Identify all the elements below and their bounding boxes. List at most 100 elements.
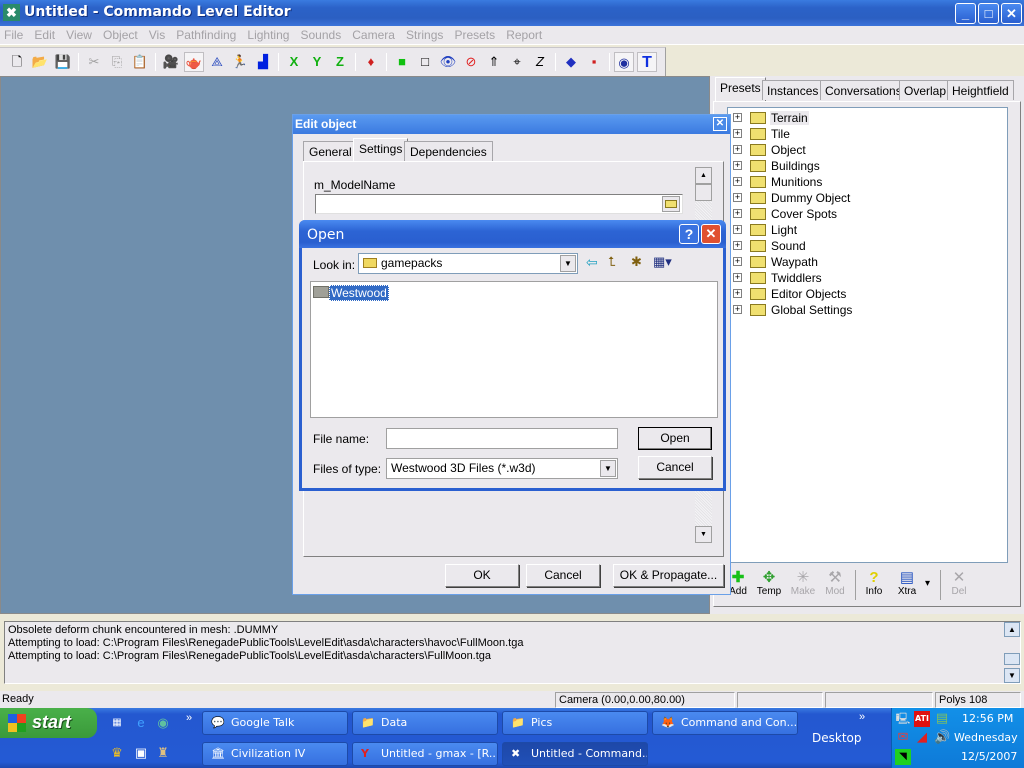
dropdown-arrow-icon[interactable]: ▼: [560, 255, 576, 272]
menu-vis[interactable]: Vis: [145, 26, 169, 44]
camera-tripod-icon[interactable]: ⌖: [507, 52, 527, 72]
dropdown-arrow-icon[interactable]: ▼: [600, 460, 616, 477]
wire-cube-icon[interactable]: □: [415, 52, 435, 72]
del-button[interactable]: ✕ Del: [943, 570, 975, 598]
menu-file[interactable]: File: [0, 26, 27, 44]
info-button[interactable]: ? Info: [858, 570, 890, 598]
save-icon[interactable]: 💾: [53, 52, 73, 72]
z-shape-icon[interactable]: Z: [530, 52, 550, 72]
log-scrollbar[interactable]: ▲ ▼: [1004, 622, 1020, 683]
eye-layers-icon[interactable]: ⇑: [484, 52, 504, 72]
help-icon[interactable]: ?: [679, 224, 699, 244]
expand-icon[interactable]: +: [733, 273, 742, 282]
menu-object[interactable]: Object: [99, 26, 142, 44]
new-folder-icon[interactable]: ✱: [631, 254, 642, 270]
task-pics[interactable]: 📁 Pics: [502, 711, 648, 735]
browse-button[interactable]: [662, 196, 680, 212]
minimize-button[interactable]: _: [955, 3, 976, 24]
chevron-icon[interactable]: »: [181, 710, 197, 726]
tab-instances[interactable]: Instances: [762, 80, 824, 100]
expand-icon[interactable]: +: [733, 225, 742, 234]
expand-icon[interactable]: +: [733, 177, 742, 186]
no-view-icon[interactable]: ⊘: [461, 52, 481, 72]
app-icon[interactable]: ▣: [133, 745, 149, 761]
camera-mode-icon[interactable]: 🎥: [161, 52, 181, 72]
output-log[interactable]: Obsolete deform chunk encountered in mes…: [4, 621, 1021, 684]
open-folder-icon[interactable]: 📂: [30, 52, 50, 72]
scroll-down-button[interactable]: ▼: [695, 526, 712, 543]
task-firefox[interactable]: 🦊 Command and Con...: [652, 711, 798, 735]
menu-pathfinding[interactable]: Pathfinding: [172, 26, 240, 44]
xtra-button[interactable]: ▤ Xtra: [891, 570, 923, 598]
scroll-up-button[interactable]: ▲: [695, 167, 712, 184]
ati-icon[interactable]: ATI: [914, 711, 930, 727]
walk-mode-icon[interactable]: 🏃: [230, 52, 250, 72]
task-commando-level-editor[interactable]: ✖ Untitled - Command...: [502, 742, 648, 766]
menu-report[interactable]: Report: [502, 26, 546, 44]
menu-lighting[interactable]: Lighting: [243, 26, 293, 44]
clock-date[interactable]: 12/5/2007: [961, 750, 1017, 763]
menu-camera[interactable]: Camera: [348, 26, 399, 44]
menu-view[interactable]: View: [62, 26, 96, 44]
expand-icon[interactable]: +: [733, 161, 742, 170]
copy-icon[interactable]: ⎘: [107, 52, 127, 72]
open-button[interactable]: Open: [638, 427, 712, 450]
expand-icon[interactable]: +: [733, 145, 742, 154]
start-button[interactable]: start: [0, 708, 97, 738]
look-in-combo[interactable]: gamepacks ▼: [358, 253, 578, 274]
text-icon[interactable]: T: [637, 52, 657, 72]
menu-presets[interactable]: Presets: [450, 26, 499, 44]
x-axis-icon[interactable]: X: [284, 52, 304, 72]
internet-explorer-icon[interactable]: e: [133, 715, 149, 731]
expand-icon[interactable]: +: [733, 113, 742, 122]
expand-icon[interactable]: +: [733, 129, 742, 138]
menu-strings[interactable]: Strings: [402, 26, 447, 44]
chevron-icon[interactable]: »: [859, 711, 865, 723]
axis-gizmo-icon[interactable]: ⟁: [207, 52, 227, 72]
scroll-down-button[interactable]: ▼: [1004, 668, 1020, 683]
tray-app-icon[interactable]: ◢: [914, 730, 930, 746]
task-civilization[interactable]: 🏛 Civilization IV: [202, 742, 348, 766]
expand-icon[interactable]: +: [733, 289, 742, 298]
task-gmax[interactable]: Y Untitled - gmax - [R...: [352, 742, 498, 766]
xtra-dropdown-icon[interactable]: ▾: [925, 578, 930, 589]
ok-propagate-button[interactable]: OK & Propagate...: [613, 564, 724, 587]
expand-icon[interactable]: +: [733, 257, 742, 266]
cut-icon[interactable]: ✂: [84, 52, 104, 72]
make-button[interactable]: ✳ Make: [787, 570, 819, 598]
new-file-icon[interactable]: 🗋: [7, 52, 27, 72]
tab-dependencies[interactable]: Dependencies: [404, 141, 493, 161]
clock-day[interactable]: Wednesday: [954, 731, 1018, 744]
visibility-eye-icon[interactable]: ◉: [614, 52, 634, 72]
expand-icon[interactable]: +: [733, 209, 742, 218]
back-icon[interactable]: ⇦: [586, 254, 598, 271]
tab-presets[interactable]: Presets: [715, 77, 766, 101]
scroll-up-button[interactable]: ▲: [1004, 622, 1020, 637]
close-button[interactable]: ✕: [1001, 3, 1022, 24]
desktop-toolbar[interactable]: Desktop: [812, 731, 862, 745]
close-icon[interactable]: ✕: [701, 224, 721, 244]
expand-icon[interactable]: +: [733, 305, 742, 314]
app-icon[interactable]: ◉: [155, 715, 171, 731]
tab-conversations[interactable]: Conversations: [820, 80, 907, 100]
volume-icon[interactable]: 🔊: [934, 730, 950, 746]
z-axis-icon[interactable]: Z: [330, 52, 350, 72]
object-mode-icon[interactable]: 🫖: [184, 52, 204, 72]
clock-time[interactable]: 12:56 PM: [962, 712, 1013, 725]
y-axis-icon[interactable]: Y: [307, 52, 327, 72]
paste-icon[interactable]: 📋: [130, 52, 150, 72]
view-menu-icon[interactable]: ▦▾: [653, 254, 672, 270]
file-list[interactable]: Westwood: [310, 281, 718, 418]
cancel-button[interactable]: Cancel: [638, 456, 712, 479]
tab-general[interactable]: General: [303, 141, 358, 161]
tab-heightfield[interactable]: Heightfield: [947, 80, 1014, 100]
tab-settings[interactable]: Settings: [353, 138, 409, 162]
file-item-westwood[interactable]: Westwood: [329, 285, 389, 301]
rgb-blocks-icon[interactable]: ▪: [584, 52, 604, 72]
bf2142-icon[interactable]: ▦: [109, 715, 125, 731]
app-tray-icon[interactable]: ▤: [934, 711, 950, 727]
terrain-icon[interactable]: ▟: [253, 52, 273, 72]
expand-icon[interactable]: +: [733, 193, 742, 202]
menu-edit[interactable]: Edit: [30, 26, 59, 44]
rgb-cube-icon[interactable]: ◆: [561, 52, 581, 72]
